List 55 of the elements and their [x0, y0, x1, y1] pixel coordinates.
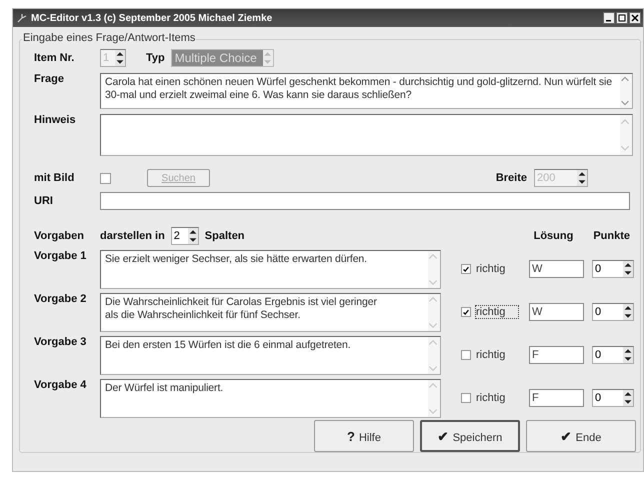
- scrollbar-arrows-icon[interactable]: [428, 380, 438, 417]
- checkbox-label: richtig: [475, 305, 519, 319]
- scrollbar-arrows-icon[interactable]: [428, 251, 438, 288]
- option-textarea[interactable]: Der Würfel ist manipuliert.: [100, 379, 441, 418]
- correct-checkbox[interactable]: [461, 393, 471, 403]
- columns-spinner[interactable]: 2: [170, 227, 199, 245]
- field-label: Typ: [146, 52, 165, 64]
- checkbox-label: richtig: [475, 391, 506, 405]
- correct-checkbox[interactable]: [461, 350, 471, 360]
- option-textarea[interactable]: Die Wahrscheinlichkeit für Carolas Ergebnis ist viel geringer als die Wahrscheinlichkeit für fünf Sechser.: [100, 293, 441, 332]
- checkbox-label: richtig: [475, 348, 506, 362]
- minimize-icon[interactable]: [603, 12, 615, 24]
- correct-checkbox[interactable]: [461, 264, 471, 274]
- group-title: Eingabe eines Frage/Antwort-Items: [22, 32, 196, 44]
- solution-field[interactable]: W: [529, 260, 584, 278]
- solution-field[interactable]: W: [529, 303, 584, 321]
- field-label: Vorgaben: [34, 230, 85, 242]
- solution-field[interactable]: F: [529, 346, 584, 364]
- maximize-icon[interactable]: [616, 12, 628, 24]
- points-spinner[interactable]: 0: [592, 389, 634, 407]
- field-label: Breite: [496, 172, 527, 184]
- field-label: URI: [34, 195, 54, 207]
- dialog-button[interactable]: ✔ Ende: [526, 420, 636, 452]
- points-spinner[interactable]: 0: [592, 260, 634, 278]
- window-title: MC-Editor v1.3 (c) September 2005 Michael Ziemke: [31, 12, 272, 24]
- option-label: Vorgabe 4: [34, 379, 88, 391]
- checkbox-label: richtig: [475, 262, 506, 276]
- uri-field[interactable]: [100, 192, 630, 210]
- option-textarea[interactable]: Sie erzielt weniger Sechser, als sie hätte erwarten dürfen.: [100, 250, 441, 289]
- solution-field[interactable]: F: [529, 389, 584, 407]
- dialog-button[interactable]: ✔ Speichern: [420, 420, 520, 452]
- field-label: Frage: [34, 73, 65, 85]
- field-label: Item Nr.: [34, 52, 76, 64]
- dialog-button[interactable]: ? Hilfe: [314, 420, 414, 452]
- field-label: mit Bild: [34, 172, 76, 184]
- column-header: Lösung: [534, 230, 574, 242]
- option-label: Vorgabe 3: [34, 336, 88, 348]
- close-icon[interactable]: [629, 12, 641, 24]
- scrollbar-arrows-icon[interactable]: [428, 337, 438, 374]
- column-header: Punkte: [593, 230, 630, 242]
- field-label: Spalten: [204, 230, 245, 242]
- points-spinner[interactable]: 0: [592, 346, 634, 364]
- points-spinner[interactable]: 0: [592, 303, 634, 321]
- option-label: Vorgabe 2: [34, 293, 88, 305]
- app-icon: [17, 13, 27, 23]
- option-textarea[interactable]: Bei den ersten 15 Würfen ist die 6 einmal aufgetreten.: [100, 336, 441, 375]
- field-label: darstellen in: [100, 230, 165, 242]
- option-label: Vorgabe 1: [34, 250, 88, 262]
- question-textarea[interactable]: Carola hat einen schönen neuen Würfel geschenkt bekommen - durchsichtig und gold-glitzernd. Nun würfelt sie 30-mal und erzielt zweimal eine 6. Was kann sie daraus schließen?: [100, 73, 633, 109]
- hint-textarea[interactable]: [100, 114, 633, 156]
- image-checkbox[interactable]: [100, 172, 111, 184]
- correct-checkbox[interactable]: [461, 307, 471, 317]
- scrollbar-arrows-icon[interactable]: [428, 294, 438, 331]
- field-label: Hinweis: [34, 114, 77, 126]
- scrollbar-arrows-icon[interactable]: [620, 74, 630, 108]
